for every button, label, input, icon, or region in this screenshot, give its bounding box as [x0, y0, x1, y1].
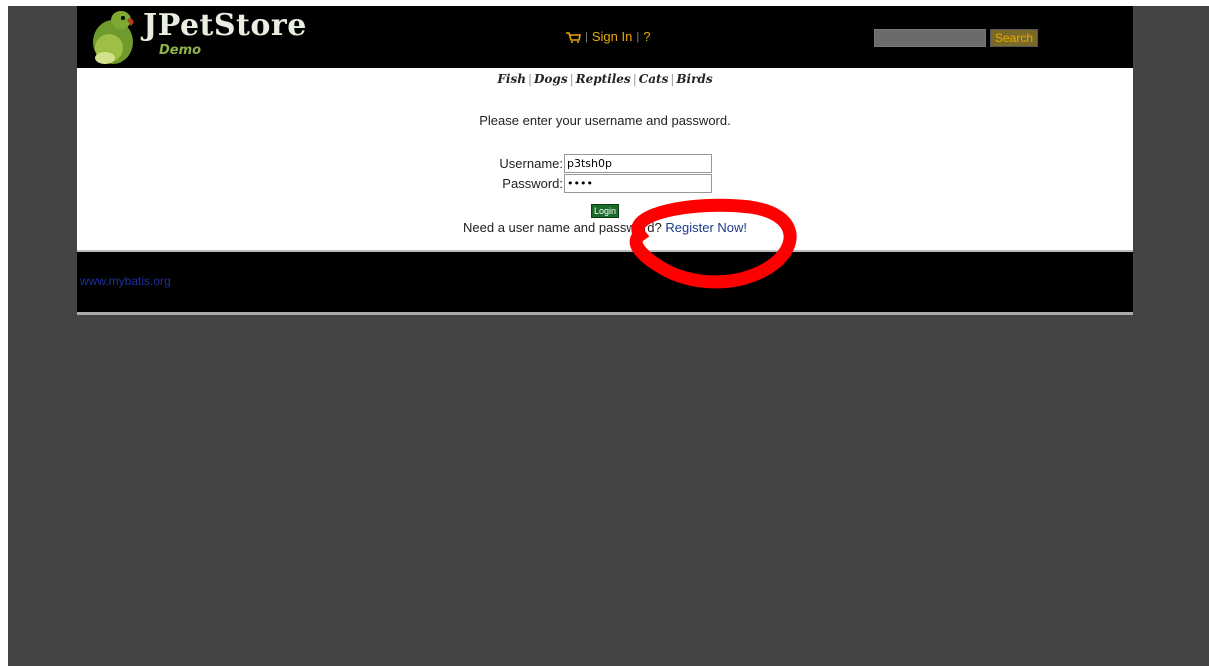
quicklinks-nav: Fish | Dogs | Reptiles | Cats | Birds	[77, 68, 1133, 92]
quicklink-reptiles[interactable]: Reptiles	[576, 72, 631, 86]
login-button[interactable]: Login	[591, 204, 620, 218]
mybatis-link[interactable]: www.mybatis.org	[80, 274, 171, 288]
quicklink-dogs[interactable]: Dogs	[534, 72, 568, 86]
quicklink-fish[interactable]: Fish	[497, 72, 526, 86]
username-field[interactable]	[564, 154, 712, 173]
password-row: Password:	[484, 174, 712, 193]
menu-separator: |	[585, 30, 588, 43]
register-prompt: Need a user name and password?	[463, 220, 662, 235]
logo[interactable]: JPetStore Demo	[83, 8, 306, 66]
search-input[interactable]	[874, 29, 986, 47]
login-message: Please enter your username and password.	[479, 113, 731, 128]
quicklink-separator: |	[569, 72, 574, 86]
footer-border	[77, 312, 1133, 315]
password-field[interactable]	[564, 174, 712, 193]
logo-title: JPetStore	[143, 8, 307, 43]
password-label: Password:	[502, 176, 563, 191]
search-button[interactable]: Search	[990, 29, 1039, 47]
browser-viewport: JPetStore Demo | Sign In | ? Search Fish…	[8, 6, 1209, 666]
page-container: JPetStore Demo | Sign In | ? Search Fish…	[77, 6, 1133, 315]
username-label: Username:	[499, 156, 563, 171]
quicklink-separator: |	[670, 72, 675, 86]
parrot-logo-icon	[93, 11, 134, 64]
register-now-link[interactable]: Register Now!	[665, 220, 747, 235]
help-link[interactable]: ?	[643, 29, 650, 44]
quicklink-cats[interactable]: Cats	[639, 72, 669, 86]
username-row: Username:	[484, 154, 712, 173]
quicklink-separator: |	[527, 72, 533, 86]
header-menu: | Sign In | ?	[565, 29, 650, 44]
quicklink-birds[interactable]: Birds	[676, 72, 712, 86]
search-form: Search	[874, 29, 1039, 47]
register-line: Need a user name and password? Register …	[77, 220, 1133, 235]
menu-separator: |	[636, 30, 640, 43]
sign-in-link[interactable]: Sign In	[592, 29, 632, 44]
cart-icon[interactable]	[565, 31, 581, 43]
footer: www.mybatis.org	[77, 252, 1133, 312]
quicklink-separator: |	[632, 72, 637, 86]
logo-subtitle: Demo	[159, 43, 202, 58]
login-content: Please enter your username and password.…	[77, 92, 1133, 250]
header: JPetStore Demo | Sign In | ? Search	[77, 6, 1133, 68]
